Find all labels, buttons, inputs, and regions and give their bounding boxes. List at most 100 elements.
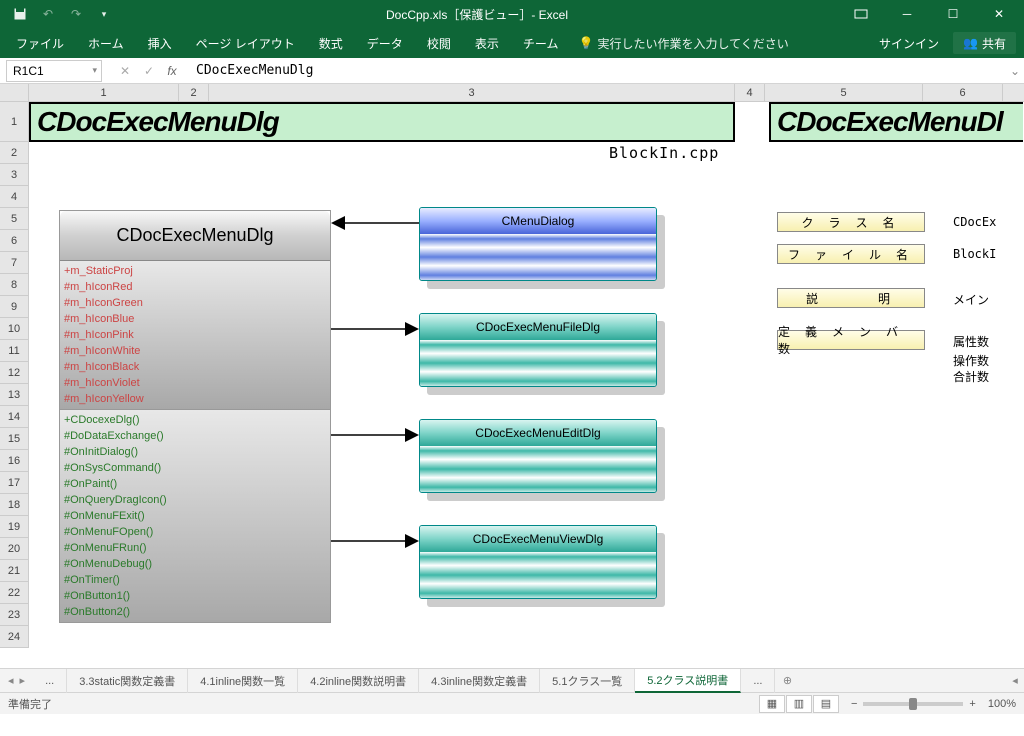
row-header[interactable]: 19 [0,516,28,538]
row-header[interactable]: 7 [0,252,28,274]
sheet-tab[interactable]: ... [741,669,775,693]
row-header[interactable]: 3 [0,164,28,186]
zoom-in-icon[interactable]: + [969,698,975,710]
tab-file[interactable]: ファイル [4,28,76,58]
class-attributes: +m_StaticProj#m_hIconRed#m_hIconGreen#m_… [60,261,330,409]
sheet-tab[interactable]: ... [33,669,67,693]
row-header[interactable]: 20 [0,538,28,560]
view-break-icon[interactable]: ▤ [813,695,839,713]
uml-class-box: CDocExecMenuDlg +m_StaticProj#m_hIconRed… [59,210,331,623]
col-header[interactable]: 4 [735,84,765,101]
undo-icon[interactable]: ↶ [36,3,60,25]
info-label: ク ラ ス 名 [777,212,925,232]
col-header[interactable]: 5 [765,84,923,101]
sheet-tab[interactable]: 3.3static関数定義書 [67,669,188,693]
add-sheet-icon[interactable]: ⊕ [775,674,799,687]
titlebar: ↶ ↷ ▾ DocCpp.xls［保護ビュー］- Excel ─ ☐ ✕ [0,0,1024,28]
name-box[interactable]: R1C1 [6,60,102,82]
maximize-icon[interactable]: ☐ [930,0,976,28]
info-label: フ ァ イ ル 名 [777,244,925,264]
quick-access-toolbar: ↶ ↷ ▾ [2,3,116,25]
tab-last-icon[interactable]: ▸ [18,674,28,687]
redo-icon[interactable]: ↷ [64,3,88,25]
row-header[interactable]: 9 [0,296,28,318]
row-header[interactable]: 11 [0,340,28,362]
ribbon-options-icon[interactable] [838,0,884,28]
tab-team[interactable]: チーム [511,28,571,58]
view-normal-icon[interactable]: ▦ [759,695,785,713]
row-header[interactable]: 21 [0,560,28,582]
related-class-name: CDocExecMenuViewDlg [420,526,656,552]
tab-view[interactable]: 表示 [463,28,511,58]
row-header[interactable]: 18 [0,494,28,516]
title-cell-right[interactable]: CDocExecMenuDl [769,102,1023,142]
bulb-icon: 💡 [578,36,593,50]
tab-data[interactable]: データ [355,28,415,58]
tab-first-icon[interactable]: ◂ [6,674,16,687]
row-header[interactable]: 8 [0,274,28,296]
zoom-control[interactable]: − + 100% [851,698,1016,710]
tab-nav[interactable]: ◂▸ [0,674,33,687]
cells-area[interactable]: CDocExecMenuDlg CDocExecMenuDl BlockIn.c… [29,102,1024,668]
sheet-tab[interactable]: 4.2inline関数説明書 [298,669,419,693]
sheet-tab[interactable]: 4.1inline関数一覧 [188,669,298,693]
row-header[interactable]: 14 [0,406,28,428]
expand-formula-icon[interactable]: ⌄ [1006,64,1024,78]
tab-home[interactable]: ホーム [76,28,136,58]
row-header[interactable]: 4 [0,186,28,208]
tab-formulas[interactable]: 数式 [307,28,355,58]
row-header[interactable]: 24 [0,626,28,648]
arrow-icon [331,531,419,551]
sheet-tab[interactable]: 5.2クラス説明書 [635,669,741,693]
statusbar: 準備完了 ▦ ▥ ▤ − + 100% [0,692,1024,714]
spreadsheet-grid[interactable]: 1 2 3 4 5 6 1234567891011121314151617181… [0,84,1024,668]
col-header[interactable]: 1 [29,84,179,101]
row-header[interactable]: 2 [0,142,28,164]
row-header[interactable]: 6 [0,230,28,252]
minimize-icon[interactable]: ─ [884,0,930,28]
sheet-tab[interactable]: 5.1クラス一覧 [540,669,635,693]
hscroll-left-icon[interactable]: ◂ [1006,674,1024,687]
row-header[interactable]: 13 [0,384,28,406]
close-icon[interactable]: ✕ [976,0,1022,28]
save-icon[interactable] [8,3,32,25]
formula-bar[interactable]: CDocExecMenuDlg [188,63,1006,78]
cancel-formula-icon[interactable]: ✕ [114,60,136,82]
row-header[interactable]: 23 [0,604,28,626]
qat-dropdown-icon[interactable]: ▾ [92,3,116,25]
sheet-tab[interactable]: 4.3inline関数定義書 [419,669,540,693]
col-header[interactable]: 2 [179,84,209,101]
accept-formula-icon[interactable]: ✓ [138,60,160,82]
tab-review[interactable]: 校閲 [415,28,463,58]
row-header[interactable]: 15 [0,428,28,450]
row-headers: 123456789101112131415161718192021222324 [0,102,29,648]
signin-link[interactable]: サインイン [869,35,949,52]
row-header[interactable]: 22 [0,582,28,604]
row-header[interactable]: 5 [0,208,28,230]
row-header[interactable]: 1 [0,102,28,142]
fx-icon[interactable]: fx [162,60,182,82]
info-value: 属性数 [953,333,989,350]
col-header[interactable]: 6 [923,84,1003,101]
row-header[interactable]: 12 [0,362,28,384]
title-cell[interactable]: CDocExecMenuDlg [29,102,735,142]
row-header[interactable]: 16 [0,450,28,472]
tab-insert[interactable]: 挿入 [136,28,184,58]
info-value: 操作数 [953,352,989,369]
info-label: 定 義 メ ン バ 数 [777,330,925,350]
zoom-slider[interactable] [863,702,963,706]
col-header[interactable]: 3 [209,84,735,101]
zoom-out-icon[interactable]: − [851,698,857,710]
share-button[interactable]: 👥 共有 [953,32,1016,54]
row-header[interactable]: 10 [0,318,28,340]
info-value: 合計数 [953,368,989,385]
row-header[interactable]: 17 [0,472,28,494]
select-all-corner[interactable] [0,84,29,101]
tab-layout[interactable]: ページ レイアウト [184,28,307,58]
info-value: CDocEx [953,215,996,229]
view-layout-icon[interactable]: ▥ [786,695,812,713]
tell-me[interactable]: 💡 実行したい作業を入力してください [578,35,788,52]
class-name: CDocExecMenuDlg [60,211,330,261]
formula-bar-row: R1C1 ✕ ✓ fx CDocExecMenuDlg ⌄ [0,58,1024,84]
info-label: 説 明 [777,288,925,308]
